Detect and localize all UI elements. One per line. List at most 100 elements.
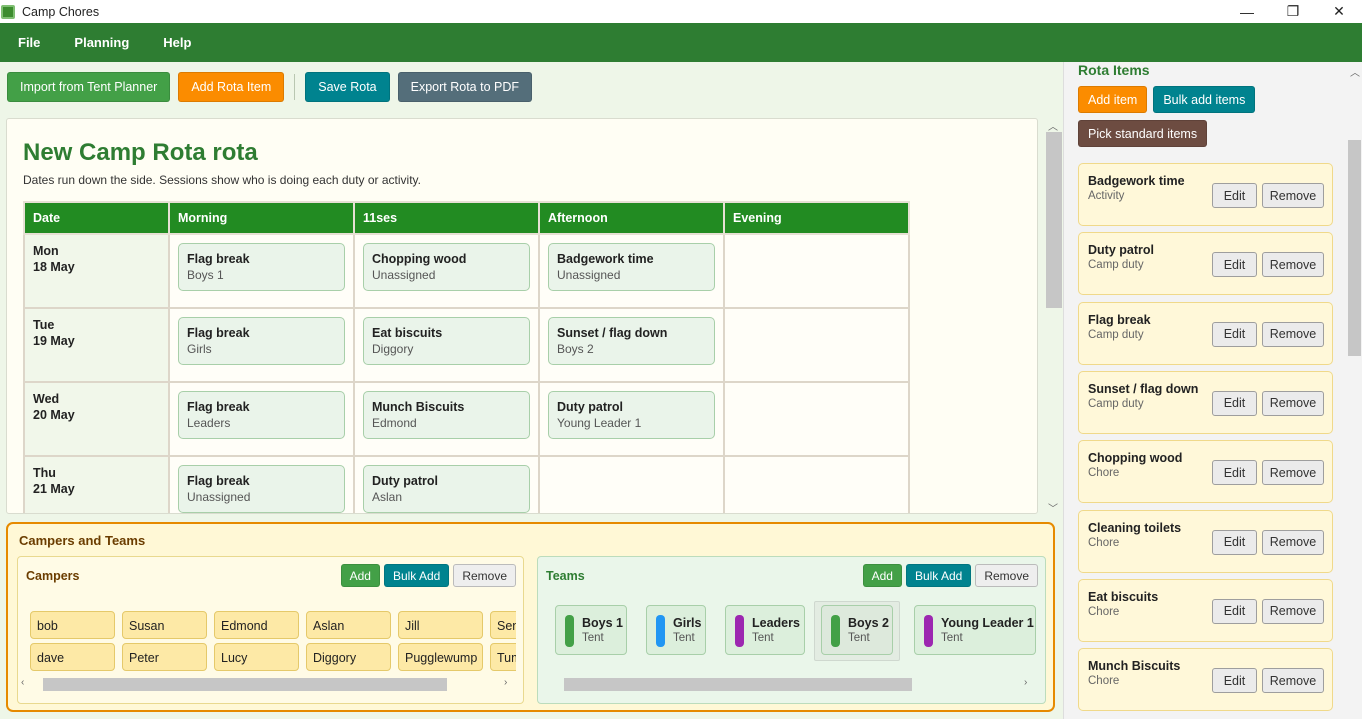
edit-item-button[interactable]: Edit <box>1212 668 1257 694</box>
rota-session-cell[interactable]: Duty patrol Young Leader 1 <box>538 381 725 457</box>
rota-assignment-card[interactable]: Munch Biscuits Edmond <box>363 391 530 439</box>
team-name: Young Leader 1 <box>941 616 1034 630</box>
rota-session-cell[interactable]: Flag break Unassigned <box>168 455 355 513</box>
rota-session-cell[interactable]: Eat biscuits Diggory <box>353 307 540 383</box>
camper-chip[interactable]: Pugglewump <box>398 643 483 671</box>
maximize-icon[interactable]: ❐ <box>1270 0 1316 23</box>
rota-session-cell[interactable]: Flag break Girls <box>168 307 355 383</box>
rota-table: Date Morning 11ses Afternoon Evening Mon… <box>23 201 910 513</box>
camper-chip[interactable]: bob <box>30 611 115 639</box>
edit-item-button[interactable]: Edit <box>1212 390 1257 416</box>
save-rota-button[interactable]: Save Rota <box>305 72 390 102</box>
rota-session-cell[interactable]: Chopping wood Unassigned <box>353 233 540 309</box>
rota-assignment-card[interactable]: Flag break Boys 1 <box>178 243 345 291</box>
rota-session-cell[interactable]: Sunset / flag down Boys 2 <box>538 307 725 383</box>
camper-chip[interactable]: Sen <box>490 611 516 639</box>
scroll-thumb[interactable] <box>1348 140 1361 356</box>
camper-chip[interactable]: Edmond <box>214 611 299 639</box>
add-camper-button[interactable]: Add <box>340 564 380 587</box>
edit-item-button[interactable]: Edit <box>1212 598 1257 624</box>
scroll-right-icon[interactable]: › <box>1024 677 1027 688</box>
rota-assignment-card[interactable]: Badgework time Unassigned <box>548 243 715 291</box>
remove-item-button[interactable]: Remove <box>1262 252 1324 278</box>
import-tent-planner-button[interactable]: Import from Tent Planner <box>7 72 171 102</box>
menu-planning[interactable]: Planning <box>64 35 139 50</box>
rota-session-cell[interactable] <box>723 455 910 513</box>
rota-session-cell[interactable] <box>723 307 910 383</box>
menu-file[interactable]: File <box>8 35 50 50</box>
team-card[interactable]: Boys 1 Tent <box>555 605 627 655</box>
rota-assignment-card[interactable]: Flag break Unassigned <box>178 465 345 513</box>
menu-help[interactable]: Help <box>153 35 201 50</box>
edit-item-button[interactable]: Edit <box>1212 321 1257 347</box>
scroll-left-icon[interactable]: ‹ <box>21 677 24 688</box>
rota-assignment-card[interactable]: Chopping wood Unassigned <box>363 243 530 291</box>
remove-item-button[interactable]: Remove <box>1262 598 1324 624</box>
teams-horizontal-scrollbar[interactable]: › <box>538 676 1047 692</box>
bulk-add-campers-button[interactable]: Bulk Add <box>383 564 450 587</box>
bulk-add-teams-button[interactable]: Bulk Add <box>905 564 972 587</box>
remove-camper-button[interactable]: Remove <box>453 564 516 587</box>
rota-assignment-card[interactable]: Duty patrol Young Leader 1 <box>548 391 715 439</box>
camper-chip[interactable]: Aslan <box>306 611 391 639</box>
rota-session-cell[interactable]: Duty patrol Aslan <box>353 455 540 513</box>
camper-chip[interactable]: Lucy <box>214 643 299 671</box>
pick-standard-items-button[interactable]: Pick standard items <box>1078 120 1208 147</box>
campers-horizontal-scrollbar[interactable]: ‹ › <box>18 676 525 692</box>
team-card[interactable]: Boys 2 Tent <box>821 605 893 655</box>
rota-item-category: Activity <box>1088 190 1125 202</box>
rota-assignment-card[interactable]: Duty patrol Aslan <box>363 465 530 513</box>
camper-chip[interactable]: Jill <box>398 611 483 639</box>
close-icon[interactable]: ✕ <box>1316 0 1362 23</box>
remove-item-button[interactable]: Remove <box>1262 321 1324 347</box>
edit-item-button[interactable]: Edit <box>1212 252 1257 278</box>
rota-session-cell[interactable] <box>723 233 910 309</box>
sidebar-vertical-scrollbar[interactable]: ︿ <box>1346 62 1362 719</box>
team-card[interactable]: Young Leader 1 Tent <box>914 605 1036 655</box>
export-pdf-button[interactable]: Export Rota to PDF <box>397 72 532 102</box>
team-color-marker <box>656 615 665 647</box>
camper-chip[interactable]: dave <box>30 643 115 671</box>
remove-item-button[interactable]: Remove <box>1262 668 1324 694</box>
scroll-right-icon[interactable]: › <box>504 677 507 688</box>
rota-session-cell[interactable] <box>723 381 910 457</box>
remove-item-button[interactable]: Remove <box>1262 390 1324 416</box>
rota-session-cell[interactable]: Badgework time Unassigned <box>538 233 725 309</box>
rota-session-cell[interactable] <box>538 455 725 513</box>
rota-vertical-scrollbar[interactable]: ︿ ﹀ <box>1045 118 1062 515</box>
edit-item-button[interactable]: Edit <box>1212 460 1257 486</box>
scroll-up-icon[interactable]: ︿ <box>1350 64 1360 79</box>
rota-assignment-card[interactable]: Flag break Girls <box>178 317 345 365</box>
remove-item-button[interactable]: Remove <box>1262 183 1324 208</box>
add-rota-item-button[interactable]: Add Rota Item <box>178 72 285 102</box>
camper-chip[interactable]: Peter <box>122 643 207 671</box>
add-team-button[interactable]: Add <box>862 564 902 587</box>
bulk-add-items-button[interactable]: Bulk add items <box>1153 86 1256 113</box>
assignment-assignee: Boys 2 <box>557 342 594 356</box>
camper-chip[interactable]: Susan <box>122 611 207 639</box>
scroll-thumb[interactable] <box>564 678 912 691</box>
scroll-thumb[interactable] <box>1046 132 1062 308</box>
scroll-down-icon[interactable]: ﹀ <box>1048 500 1058 515</box>
camper-chip[interactable]: Diggory <box>306 643 391 671</box>
rota-session-cell[interactable]: Flag break Leaders <box>168 381 355 457</box>
team-card[interactable]: Girls Tent <box>646 605 706 655</box>
camper-chip[interactable]: Tum <box>490 643 516 671</box>
assignment-title: Sunset / flag down <box>557 326 668 340</box>
rota-assignment-card[interactable]: Sunset / flag down Boys 2 <box>548 317 715 365</box>
remove-item-button[interactable]: Remove <box>1262 460 1324 486</box>
rota-assignment-card[interactable]: Eat biscuits Diggory <box>363 317 530 365</box>
rota-session-cell[interactable]: Flag break Boys 1 <box>168 233 355 309</box>
edit-item-button[interactable]: Edit <box>1212 529 1257 555</box>
minimize-icon[interactable]: — <box>1224 0 1270 23</box>
rota-session-cell[interactable]: Munch Biscuits Edmond <box>353 381 540 457</box>
rota-assignment-card[interactable]: Flag break Leaders <box>178 391 345 439</box>
add-item-button[interactable]: Add item <box>1078 86 1148 113</box>
team-card[interactable]: Leaders Tent <box>725 605 805 655</box>
remove-item-button[interactable]: Remove <box>1262 529 1324 555</box>
scroll-up-icon[interactable]: ︿ <box>1048 118 1058 133</box>
remove-team-button[interactable]: Remove <box>975 564 1038 587</box>
edit-item-button[interactable]: Edit <box>1212 183 1257 208</box>
scroll-thumb[interactable] <box>43 678 447 691</box>
rota-row: Wed 20 May Flag break Leaders Munch Biscuits… <box>23 381 910 457</box>
